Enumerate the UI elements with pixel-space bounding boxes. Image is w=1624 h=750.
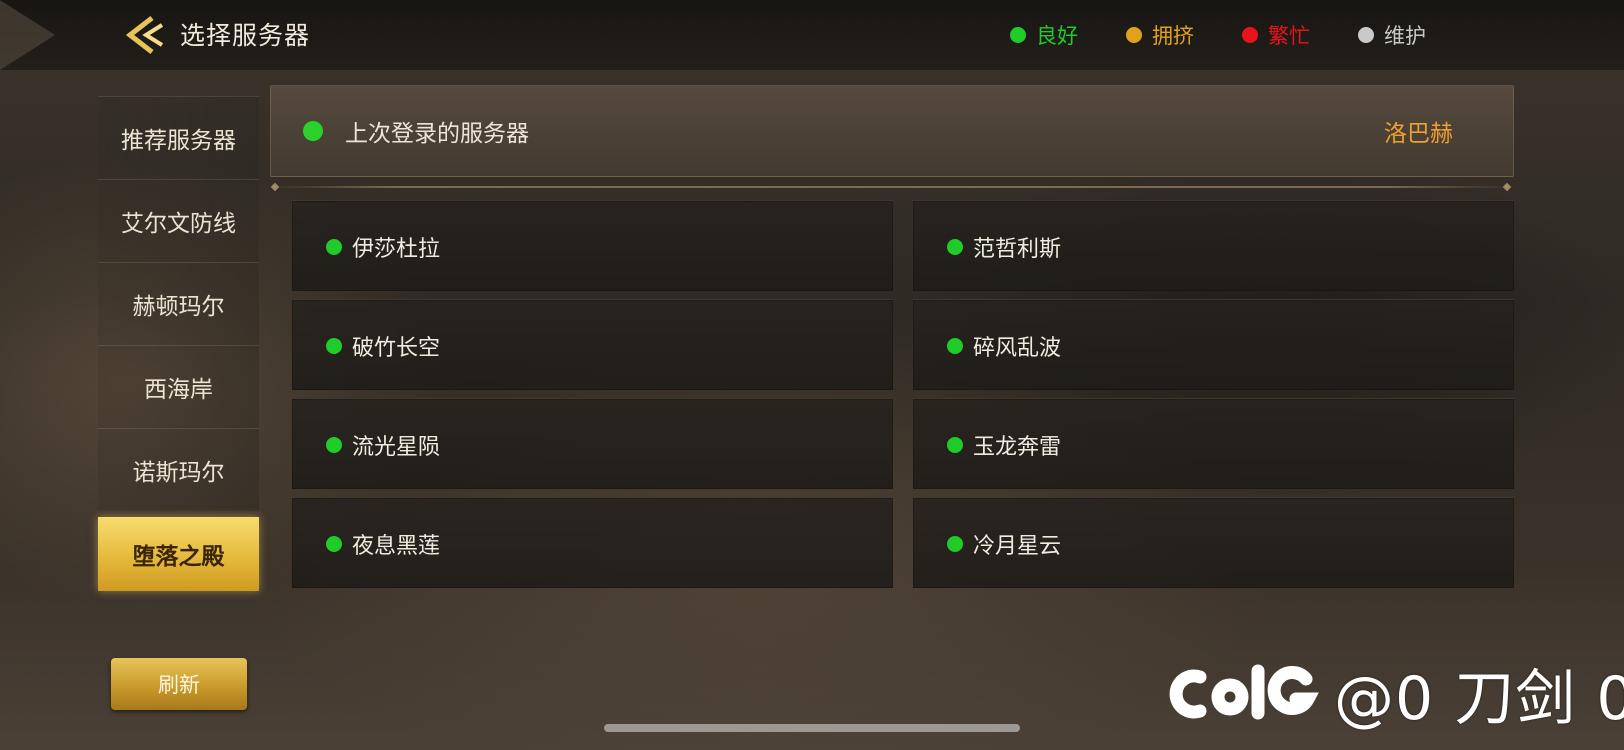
server-card[interactable]: 范哲利斯 [913,200,1514,291]
status-dot-icon [326,437,342,453]
watermark: @0 刀剑 0 [1168,650,1624,737]
legend-label: 拥挤 [1152,24,1194,48]
chevron-left-icon [125,16,164,54]
page-title: 选择服务器 [180,21,311,50]
server-name: 冷月星云 [973,534,1062,559]
server-card[interactable]: 伊莎杜拉 [292,200,893,291]
server-name: 伊莎杜拉 [352,237,441,262]
server-name: 破竹长空 [352,336,441,361]
legend-label: 繁忙 [1268,24,1310,48]
legend-label: 维护 [1384,24,1426,48]
server-card[interactable]: 冷月星云 [913,497,1514,588]
server-name: 流光星陨 [352,435,441,460]
last-login-label: 上次登录的服务器 [345,121,529,147]
server-name: 碎风乱波 [973,336,1062,361]
last-login-panel[interactable]: 上次登录的服务器 洛巴赫 [270,85,1514,177]
sidebar-item-elvenguard[interactable]: 艾尔文防线 [98,179,259,262]
sidebar-item-norsmar[interactable]: 诺斯玛尔 [98,428,259,511]
colg-logo-icon [1169,664,1319,719]
status-dot-icon [947,536,963,552]
last-login-server[interactable]: 洛巴赫 [1384,114,1453,148]
back-button[interactable] [118,10,172,60]
status-dot-icon [1358,27,1374,43]
sidebar-item-hendon-myre[interactable]: 赫顿玛尔 [98,262,259,345]
server-card[interactable]: 夜息黑莲 [292,497,893,588]
legend-item-maintenance: 维护 [1358,20,1426,50]
sidebar-item-west-coast[interactable]: 西海岸 [98,345,259,428]
server-name: 玉龙奔雷 [973,435,1062,460]
server-list: 伊莎杜拉 范哲利斯 破竹长空 碎风乱波 流光星陨 玉龙奔雷 夜息黑莲 冷月星云 [292,200,1514,588]
legend-item-busy: 繁忙 [1242,20,1310,50]
refresh-button[interactable]: 刷新 [111,658,247,710]
status-legend: 良好 拥挤 繁忙 维护 [1010,20,1426,50]
status-dot-icon [1010,27,1026,43]
status-dot-icon [1126,27,1142,43]
status-dot-icon [326,536,342,552]
server-card[interactable]: 流光星陨 [292,398,893,489]
region-sidebar: 推荐服务器 艾尔文防线 赫顿玛尔 西海岸 诺斯玛尔 堕落之殿 [98,96,259,591]
divider [272,186,1510,188]
back-notch-decoration [0,0,55,70]
server-card[interactable]: 碎风乱波 [913,299,1514,390]
status-dot-icon [947,338,963,354]
legend-label: 良好 [1036,24,1078,48]
legend-item-good: 良好 [1010,20,1078,50]
watermark-text: @0 刀剑 0 [1334,664,1624,734]
server-card[interactable]: 玉龙奔雷 [913,398,1514,489]
server-card[interactable]: 破竹长空 [292,299,893,390]
status-dot-icon [326,338,342,354]
status-dot-icon [947,437,963,453]
top-bar: 选择服务器 良好 拥挤 繁忙 维护 [0,0,1624,70]
sidebar-item-recommended[interactable]: 推荐服务器 [98,96,259,179]
status-dot-icon [326,239,342,255]
status-dot-icon [303,121,323,141]
server-name: 夜息黑莲 [352,534,441,559]
server-name: 范哲利斯 [973,237,1062,262]
status-dot-icon [947,239,963,255]
sidebar-item-fallen-palace[interactable]: 堕落之殿 [98,517,259,591]
legend-item-crowded: 拥挤 [1126,20,1194,50]
home-indicator [604,724,1020,732]
status-dot-icon [1242,27,1258,43]
